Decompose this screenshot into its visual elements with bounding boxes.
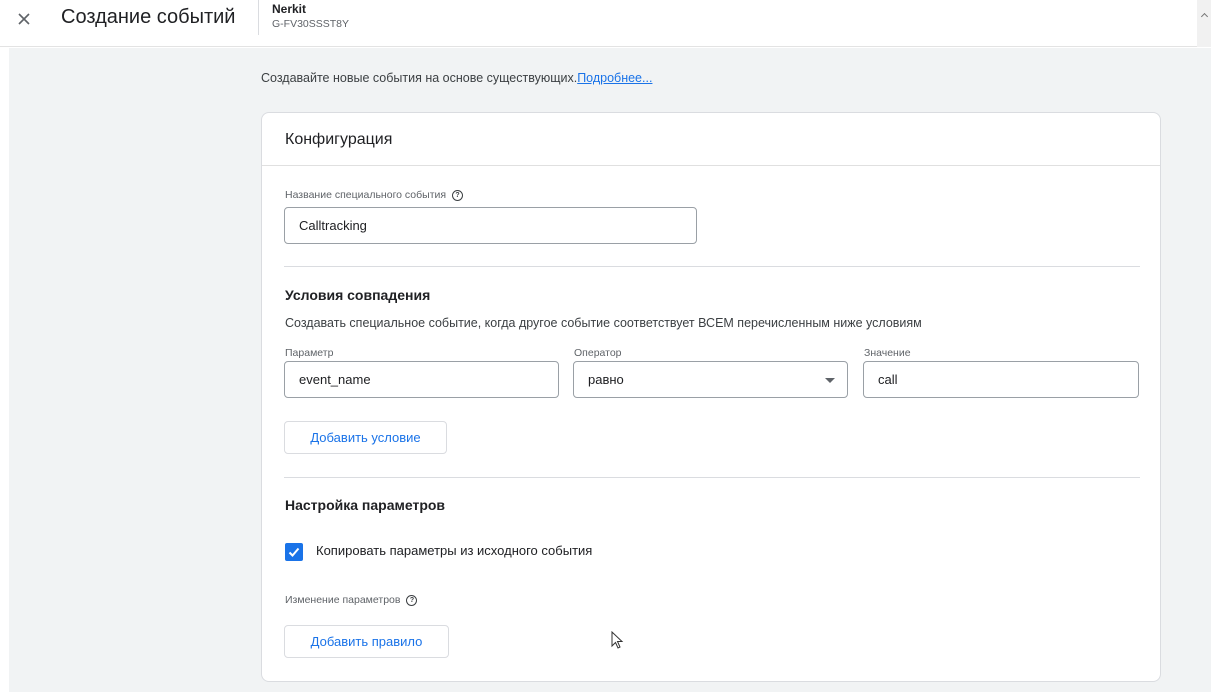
dropdown-arrow-icon: [825, 378, 835, 383]
parameter-label: Параметр: [285, 347, 334, 359]
scrollbar-up-arrow[interactable]: [1197, 0, 1211, 47]
close-icon: [18, 13, 30, 25]
add-condition-button[interactable]: Добавить условие: [284, 421, 447, 454]
section-divider: [284, 266, 1140, 267]
learn-more-link[interactable]: Подробнее...: [577, 71, 652, 85]
match-conditions-description: Создавать специальное событие, когда дру…: [285, 316, 922, 330]
modify-params-label-row: Изменение параметров ?: [285, 594, 418, 606]
value-label: Значение: [864, 347, 911, 359]
top-bar: Создание событий Nerkit G-FV30SSST8Y: [0, 0, 1211, 47]
match-conditions-title: Условия совпадения: [285, 287, 431, 303]
parameter-settings-title: Настройка параметров: [285, 497, 446, 513]
intro-description: Создавайте новые события на основе сущес…: [261, 71, 578, 85]
header-divider: [258, 0, 259, 35]
property-info: Nerkit G-FV30SSST8Y: [272, 2, 349, 31]
intro-text: Создавайте новые события на основе сущес…: [261, 71, 652, 85]
operator-value: равно: [588, 372, 624, 387]
page-title: Создание событий: [61, 6, 236, 28]
card-title: Конфигурация: [285, 131, 393, 148]
event-name-label: Название специального события: [285, 189, 447, 201]
operator-select[interactable]: равно: [573, 361, 848, 398]
operator-label: Оператор: [574, 347, 622, 359]
checkmark-icon: [288, 547, 300, 557]
help-icon[interactable]: ?: [452, 189, 464, 201]
copy-params-checkbox[interactable]: [285, 543, 303, 561]
parameter-input[interactable]: event_name: [284, 361, 559, 398]
event-name-input[interactable]: Calltracking: [284, 207, 697, 244]
property-id: G-FV30SSST8Y: [272, 18, 350, 31]
configuration-card: Конфигурация Название специального событ…: [261, 112, 1161, 682]
add-rule-button[interactable]: Добавить правило: [284, 625, 449, 658]
copy-params-label: Копировать параметры из исходного событи…: [316, 543, 593, 558]
property-name: Nerkit: [272, 2, 307, 16]
event-name-label-row: Название специального события ?: [285, 189, 464, 201]
card-header-divider: [262, 165, 1160, 166]
section-divider: [284, 477, 1140, 478]
close-button[interactable]: [12, 7, 36, 31]
modify-params-label: Изменение параметров: [285, 594, 401, 606]
value-input[interactable]: call: [863, 361, 1139, 398]
help-icon[interactable]: ?: [406, 594, 418, 606]
mouse-cursor-icon: [611, 631, 624, 649]
